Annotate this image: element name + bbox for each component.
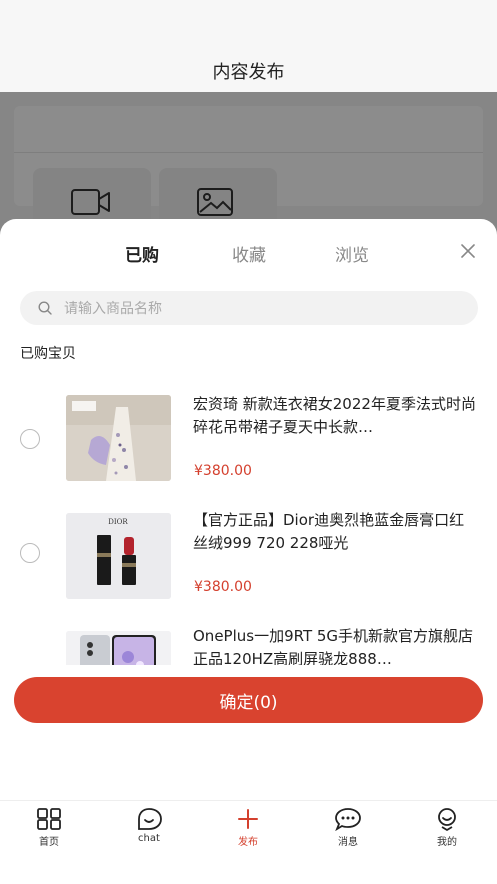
nav-label: 首页 bbox=[39, 837, 59, 848]
phone-photo bbox=[66, 631, 171, 665]
search-input[interactable] bbox=[62, 291, 466, 327]
list-item: OnePlus一加9RT 5G手机新款官方旗舰店正品120HZ高刷屏骁龙888… bbox=[0, 615, 497, 665]
product-thumbnail[interactable]: DIOR bbox=[66, 513, 171, 599]
search-box bbox=[20, 291, 478, 327]
tab-browsed[interactable]: 浏览 bbox=[335, 241, 369, 266]
plus-icon bbox=[238, 809, 258, 829]
product-price: ¥380.00 bbox=[194, 463, 252, 479]
lipstick-photo: DIOR bbox=[66, 513, 171, 599]
product-picker-sheet: 已购 收藏 浏览 已购宝贝 bbox=[0, 219, 497, 883]
close-icon[interactable] bbox=[458, 241, 478, 261]
product-title[interactable]: 【官方正品】Dior迪奥烈艳蓝金唇膏口红 丝绒999 720 228哑光 bbox=[193, 509, 478, 555]
nav-label: 消息 bbox=[338, 837, 358, 848]
select-radio[interactable] bbox=[20, 429, 40, 449]
confirm-button[interactable]: 确定(0) bbox=[14, 677, 483, 723]
message-icon bbox=[335, 808, 361, 831]
nav-label: 我的 bbox=[437, 837, 457, 848]
tab-purchased[interactable]: 已购 bbox=[125, 241, 159, 266]
nav-item-messages[interactable]: 消息 bbox=[318, 807, 378, 848]
product-title[interactable]: OnePlus一加9RT 5G手机新款官方旗舰店正品120HZ高刷屏骁龙888… bbox=[193, 625, 478, 665]
page-title: 内容发布 bbox=[212, 62, 285, 83]
nav-item-publish[interactable]: 发布 bbox=[218, 807, 278, 848]
nav-item-chat[interactable]: chat bbox=[119, 807, 179, 844]
section-label: 已购宝贝 bbox=[20, 346, 76, 362]
nav-label: 发布 bbox=[238, 837, 258, 848]
dress-photo bbox=[66, 395, 171, 481]
dior-logo-text: DIOR bbox=[108, 518, 128, 526]
nav-item-profile[interactable]: 我的 bbox=[417, 807, 477, 848]
grid-icon bbox=[37, 808, 61, 830]
list-item: 宏资琦 新款连衣裙女2022年夏季法式时尚碎花吊带裙子夏天中长款… ¥380.0… bbox=[0, 379, 497, 497]
product-thumbnail[interactable] bbox=[66, 395, 171, 481]
product-price: ¥380.00 bbox=[194, 579, 252, 595]
nav-item-home[interactable]: 首页 bbox=[19, 807, 79, 848]
bottom-nav: 首页 chat 发布 消息 我的 bbox=[0, 800, 497, 884]
select-radio[interactable] bbox=[20, 543, 40, 563]
top-bar: 内容发布 bbox=[0, 0, 497, 92]
profile-icon bbox=[438, 808, 456, 831]
search-icon bbox=[38, 301, 52, 315]
product-title[interactable]: 宏资琦 新款连衣裙女2022年夏季法式时尚碎花吊带裙子夏天中长款… bbox=[193, 393, 478, 439]
product-thumbnail[interactable] bbox=[66, 631, 171, 665]
list-item: DIOR 【官方正品】Dior迪奥烈艳蓝金唇膏口红 丝绒999 720 228哑… bbox=[0, 497, 497, 615]
tab-bar: 已购 收藏 浏览 bbox=[0, 241, 497, 294]
product-list[interactable]: 宏资琦 新款连衣裙女2022年夏季法式时尚碎花吊带裙子夏天中长款… ¥380.0… bbox=[0, 379, 497, 665]
tab-favorites[interactable]: 收藏 bbox=[232, 241, 266, 266]
chat-bubble-icon bbox=[138, 808, 162, 830]
nav-label: chat bbox=[138, 833, 160, 844]
